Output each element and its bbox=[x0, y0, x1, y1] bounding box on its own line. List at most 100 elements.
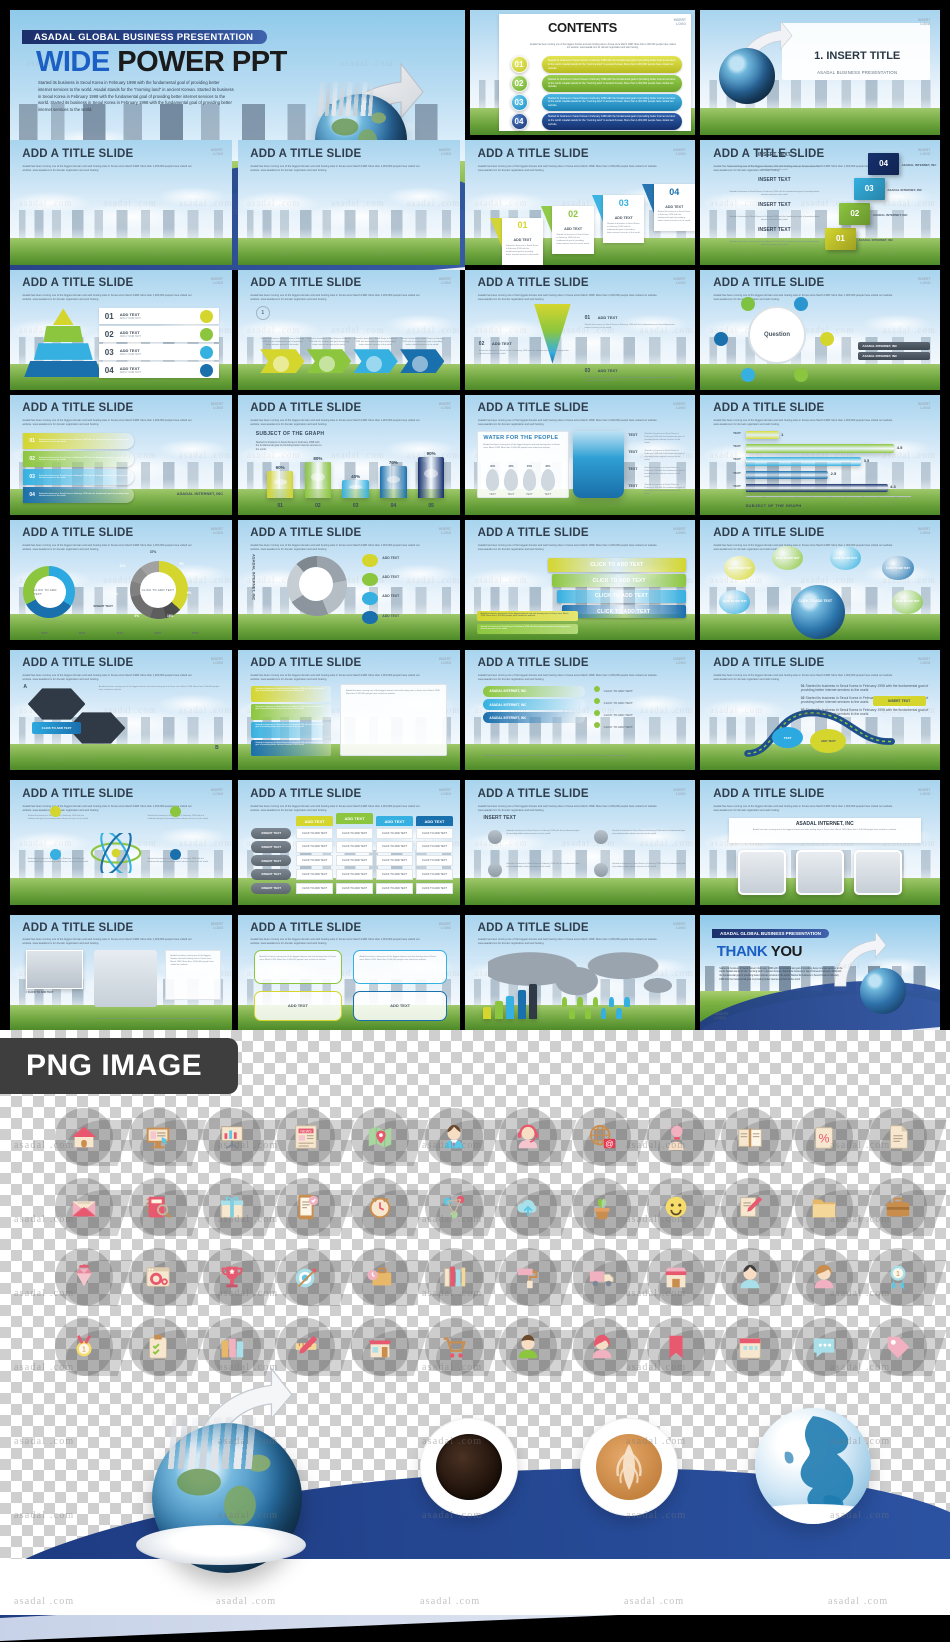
contents-item-01[interactable]: Started its business in Seoul Korea in F… bbox=[542, 56, 682, 74]
stack-card-4[interactable]: Started its business in Seoul Korea in F… bbox=[251, 740, 332, 756]
insert-logo-placeholder[interactable]: INSERT LOGO bbox=[918, 148, 930, 157]
insert-logo-placeholder[interactable]: INSERT LOGO bbox=[714, 1011, 729, 1021]
atom-node-4[interactable] bbox=[169, 848, 181, 860]
photo-frame-2[interactable] bbox=[796, 850, 844, 895]
pyramid-tier-4[interactable] bbox=[24, 360, 103, 378]
slide-r2-c2[interactable]: ADD A TITLE SLIDE Asadal has been runnin… bbox=[238, 140, 460, 265]
layer-ribbon-1[interactable]: 01 Started its business in Seoul Korea i… bbox=[23, 433, 135, 449]
slide-r7-c1[interactable]: ADD A TITLE SLIDE Asadal has been runnin… bbox=[10, 780, 232, 905]
addtext-box-4[interactable]: ADD TEXT bbox=[353, 990, 447, 1021]
slide-r5-c2[interactable]: ADD A TITLE SLIDE Asadal has been runnin… bbox=[238, 520, 460, 640]
insert-logo-placeholder[interactable]: INSERT LOGO bbox=[211, 148, 223, 157]
slide-r7-c2[interactable]: ADD A TITLE SLIDE Asadal has been runnin… bbox=[238, 780, 460, 905]
contents-number-01[interactable]: 01 bbox=[510, 56, 528, 74]
pyramid-tier-2[interactable] bbox=[43, 325, 84, 343]
layer-ribbon-3[interactable]: 03 Started its business in Seoul Korea i… bbox=[23, 469, 135, 485]
slide-r3-c3[interactable]: ADD A TITLE SLIDE Asadal has been runnin… bbox=[465, 270, 695, 390]
insert-logo-placeholder[interactable]: INSERT LOGO bbox=[673, 657, 685, 666]
insert-logo-placeholder[interactable]: INSERT LOGO bbox=[673, 922, 685, 931]
cta-ribbon-2[interactable]: CLICK TO ADD TEXT bbox=[552, 574, 686, 588]
slide-r3-c4[interactable]: ADD A TITLE SLIDE Asadal has been runnin… bbox=[700, 270, 940, 390]
slide-r6-c4[interactable]: ADD A TITLE SLIDE Asadal has been runnin… bbox=[700, 650, 940, 770]
hbar-1[interactable] bbox=[745, 431, 779, 440]
photo-frame-3[interactable] bbox=[853, 850, 902, 895]
stack-card-3[interactable]: Started its business in Seoul Korea in F… bbox=[251, 722, 332, 738]
insert-logo-placeholder[interactable]: INSERT LOGO bbox=[439, 788, 451, 797]
insert-logo-placeholder[interactable]: INSERT LOGO bbox=[439, 148, 451, 157]
bar-04[interactable] bbox=[380, 466, 407, 499]
slide-r6-c3[interactable]: ADD A TITLE SLIDE Asadal has been runnin… bbox=[465, 650, 695, 770]
insert-logo-placeholder[interactable]: INSERT LOGO bbox=[673, 148, 685, 157]
insert-logo-placeholder[interactable]: INSERT LOGO bbox=[918, 788, 930, 797]
insert-logo-placeholder[interactable]: INSERT LOGO bbox=[439, 277, 451, 286]
pyramid-row-3[interactable]: 03 ADD TEXT ADD A YOUR TEXT bbox=[98, 344, 219, 360]
slide-r4-c4[interactable]: ADD A TITLE SLIDE Asadal has been runnin… bbox=[700, 395, 940, 515]
slide-r6-c2[interactable]: ADD A TITLE SLIDE Asadal has been runnin… bbox=[238, 650, 460, 770]
hbar-4[interactable] bbox=[745, 470, 829, 479]
addtext-box-3[interactable]: ADD TEXT bbox=[253, 990, 343, 1021]
insert-logo-placeholder[interactable]: INSERT LOGO bbox=[674, 18, 686, 27]
slide-r2-c4[interactable]: ADD A TITLE SLIDE Asadal has been runnin… bbox=[700, 140, 940, 265]
cta-hex-label[interactable]: CLICK TO ADD TEXT bbox=[32, 722, 82, 734]
cube-2[interactable]: 02 bbox=[839, 202, 871, 225]
bar-02[interactable] bbox=[304, 461, 332, 499]
insert-logo-placeholder[interactable]: INSERT LOGO bbox=[211, 527, 223, 536]
slide-r6-c1[interactable]: ADD A TITLE SLIDE Asadal has been runnin… bbox=[10, 650, 232, 770]
circle-icon-1[interactable] bbox=[488, 830, 502, 844]
cta-ribbon-1[interactable]: CLICK TO ADD TEXT bbox=[547, 558, 686, 572]
bar-01[interactable] bbox=[266, 470, 294, 499]
insert-logo-placeholder[interactable]: INSERT LOGO bbox=[211, 402, 223, 411]
slide-r8-c3[interactable]: ADD A TITLE SLIDE Asadal has been runnin… bbox=[465, 915, 695, 1030]
pyramid-row-4[interactable]: 04 ADD TEXT ADD A YOUR TEXT bbox=[98, 362, 219, 378]
network-node-5[interactable]: CLICK TO ADD TEXT bbox=[719, 589, 751, 614]
hbar-5[interactable] bbox=[745, 483, 888, 493]
question-node-2[interactable] bbox=[793, 367, 808, 382]
question-node-5[interactable] bbox=[740, 297, 755, 312]
insert-logo-placeholder[interactable]: INSERT LOGO bbox=[918, 402, 930, 411]
question-node-3[interactable] bbox=[740, 367, 755, 382]
slide-r2-c1[interactable]: ADD A TITLE SLIDE Asadal has been runnin… bbox=[10, 140, 232, 265]
layer-ribbon-4[interactable]: 04 Started its business in Seoul Korea i… bbox=[23, 487, 135, 503]
layer-ribbon-2[interactable]: 02 Started its business in Seoul Korea i… bbox=[23, 451, 135, 467]
radial-node-1[interactable] bbox=[362, 553, 378, 567]
cube-1[interactable]: 01 bbox=[824, 227, 856, 250]
bar-05[interactable] bbox=[417, 457, 445, 499]
slide-r4-c1[interactable]: ADD A TITLE SLIDE Asadal has been runnin… bbox=[10, 395, 232, 515]
addtext-box-1[interactable]: Asadal has been running one of the bigge… bbox=[253, 949, 343, 984]
insert-logo-placeholder[interactable]: INSERT LOGO bbox=[918, 18, 930, 27]
pill-company-2[interactable]: ASADAL INTERNET, INC bbox=[483, 699, 585, 710]
circle-icon-4[interactable] bbox=[593, 862, 608, 877]
insert-logo-placeholder[interactable]: INSERT LOGO bbox=[439, 527, 451, 536]
funnel-item-3[interactable]: 03 ADD TEXT Started its business in Seou… bbox=[585, 359, 677, 383]
insert-logo-placeholder[interactable]: INSERT LOGO bbox=[673, 402, 685, 411]
slide-r8-c2[interactable]: ADD A TITLE SLIDE Asadal has been runnin… bbox=[238, 915, 460, 1030]
slide-r5-c1[interactable]: ADD A TITLE SLIDE Asadal has been runnin… bbox=[10, 520, 232, 640]
insert-logo-placeholder[interactable]: INSERT LOGO bbox=[673, 788, 685, 797]
slide-thank-you[interactable]: ASADAL GLOBAL BUSINESS PRESENTATION THAN… bbox=[700, 915, 940, 1030]
pyramid-row-1[interactable]: 01 ADD TEXT ADD A YOUR TEXT bbox=[98, 308, 219, 324]
radial-node-2[interactable] bbox=[362, 572, 378, 586]
slide-r3-c1[interactable]: ADD A TITLE SLIDE Asadal has been runnin… bbox=[10, 270, 232, 390]
stack-card-2[interactable]: Started its business in Seoul Korea in F… bbox=[251, 704, 332, 720]
insert-logo-placeholder[interactable]: INSERT LOGO bbox=[918, 277, 930, 286]
stack-card-1[interactable]: Started its business in Seoul Korea in F… bbox=[251, 686, 332, 702]
slide-r4-c3[interactable]: ADD A TITLE SLIDE Asadal has been runnin… bbox=[465, 395, 695, 515]
circle-icon-3[interactable] bbox=[488, 862, 502, 877]
circle-icon-2[interactable] bbox=[593, 830, 608, 844]
contents-item-04[interactable]: Started its business in Seoul Korea in F… bbox=[542, 112, 682, 130]
funnel-item-1[interactable]: 01 ADD TEXT Started its business in Seou… bbox=[585, 306, 677, 330]
panel-card-1[interactable]: 01 ADD TEXT Started its business in Seou… bbox=[501, 217, 544, 265]
cube-3[interactable]: 03 bbox=[853, 177, 885, 200]
insert-text-badge[interactable]: INSERT TEXT bbox=[872, 695, 926, 707]
insert-logo-placeholder[interactable]: INSERT LOGO bbox=[918, 527, 930, 536]
insert-logo-placeholder[interactable]: INSERT LOGO bbox=[439, 657, 451, 666]
funnel-item-2[interactable]: 02 ADD TEXT Started its business in Seou… bbox=[479, 332, 571, 356]
slide-section-title[interactable]: 1. INSERT TITLE ASADAL BUSINESS PRESENTA… bbox=[700, 10, 940, 135]
network-node-1[interactable]: CLICK TO ADD TEXT bbox=[724, 556, 756, 580]
network-node-4[interactable]: CLICK TO ADD TEXT bbox=[882, 556, 914, 580]
bar-03[interactable] bbox=[342, 479, 369, 499]
pyramid-tier-1[interactable] bbox=[52, 308, 74, 326]
cta-ribbon-4[interactable]: CLICK TO ADD TEXT bbox=[561, 605, 686, 619]
atom-node-2[interactable] bbox=[169, 806, 181, 818]
panel-card-3[interactable]: 03 ADD TEXT Started its business in Seou… bbox=[603, 195, 645, 243]
